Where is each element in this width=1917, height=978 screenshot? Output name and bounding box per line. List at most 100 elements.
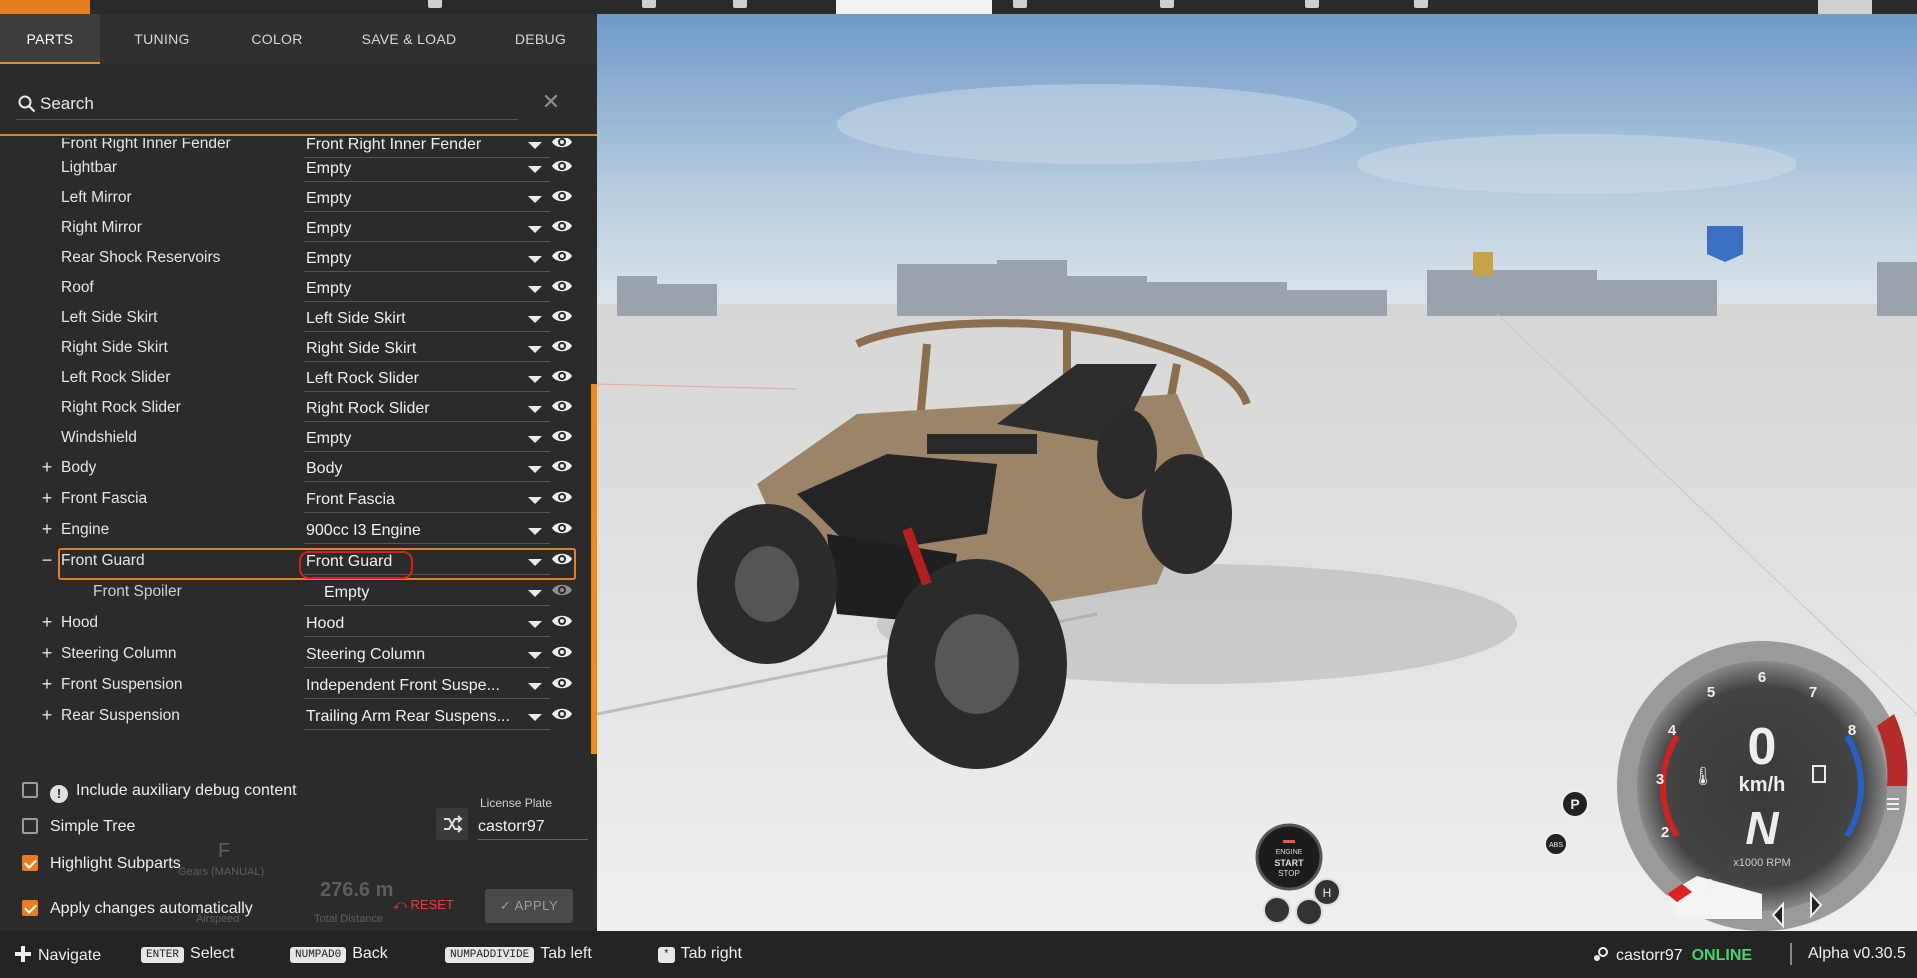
part-select-value[interactable]: Empty xyxy=(306,250,522,268)
dropdown-arrow-icon[interactable] xyxy=(528,528,542,535)
part-row[interactable]: Lightbar Empty xyxy=(0,154,580,184)
part-select-value[interactable]: Empty xyxy=(306,430,522,448)
visibility-eye-icon[interactable] xyxy=(551,188,573,204)
visibility-eye-icon[interactable] xyxy=(551,218,573,234)
dropdown-arrow-icon[interactable] xyxy=(528,166,542,173)
part-select-value[interactable]: Empty xyxy=(306,190,522,208)
part-row[interactable]: Right Side Skirt Right Side Skirt xyxy=(0,334,580,364)
visibility-eye-icon[interactable] xyxy=(551,582,573,598)
visibility-eye-icon[interactable] xyxy=(551,308,573,324)
dropdown-arrow-icon[interactable] xyxy=(528,256,542,263)
visibility-eye-icon[interactable] xyxy=(551,613,573,629)
expand-icon[interactable]: + xyxy=(40,613,54,631)
simple-tree-checkbox[interactable] xyxy=(22,818,38,834)
part-select-value[interactable]: Front Fascia xyxy=(306,491,522,509)
top-strip-active-tab[interactable] xyxy=(836,0,992,14)
part-select-value[interactable]: Body xyxy=(306,460,522,478)
aux-debug-checkbox[interactable] xyxy=(22,782,38,798)
top-menu-icon[interactable] xyxy=(1013,0,1027,8)
part-select-value[interactable]: Empty xyxy=(306,220,522,238)
top-menu-icon[interactable] xyxy=(1160,0,1174,8)
dropdown-arrow-icon[interactable] xyxy=(528,142,542,149)
top-menu-icon[interactable] xyxy=(642,0,656,8)
part-select-value[interactable]: Front Right Inner Fender xyxy=(306,138,522,154)
visibility-eye-icon[interactable] xyxy=(551,338,573,354)
part-row[interactable]: Left Side Skirt Left Side Skirt xyxy=(0,304,580,334)
apply-auto-checkbox[interactable] xyxy=(22,900,38,916)
part-row[interactable]: + Hood Hood xyxy=(0,609,580,639)
part-row[interactable]: + Engine 900cc I3 Engine xyxy=(0,516,580,546)
visibility-eye-icon[interactable] xyxy=(551,520,573,536)
part-row[interactable]: Roof Empty xyxy=(0,274,580,304)
part-row[interactable]: Right Rock Slider Right Rock Slider xyxy=(0,394,580,424)
part-select-value[interactable]: Empty xyxy=(306,160,522,178)
dropdown-arrow-icon[interactable] xyxy=(528,466,542,473)
dropdown-arrow-icon[interactable] xyxy=(528,559,542,566)
visibility-eye-icon[interactable] xyxy=(551,551,573,567)
dropdown-arrow-icon[interactable] xyxy=(528,346,542,353)
part-row[interactable]: + Body Body xyxy=(0,454,580,484)
visibility-eye-icon[interactable] xyxy=(551,706,573,722)
expand-icon[interactable]: + xyxy=(40,644,54,662)
tab-tuning[interactable]: TUNING xyxy=(100,14,224,64)
collapse-icon[interactable]: − xyxy=(40,551,54,569)
dropdown-arrow-icon[interactable] xyxy=(528,196,542,203)
part-select-value[interactable]: 900cc I3 Engine xyxy=(306,522,522,540)
visibility-eye-icon[interactable] xyxy=(551,398,573,414)
dropdown-arrow-icon[interactable] xyxy=(528,376,542,383)
part-row[interactable]: Windshield Empty xyxy=(0,424,580,454)
part-select-value[interactable]: Steering Column xyxy=(306,646,522,664)
dropdown-arrow-icon[interactable] xyxy=(528,683,542,690)
top-menu-icon[interactable] xyxy=(1305,0,1319,8)
dropdown-arrow-icon[interactable] xyxy=(528,436,542,443)
reset-button[interactable]: ⤺ RESET xyxy=(393,897,454,913)
randomize-plate-button[interactable] xyxy=(436,808,468,840)
tab-debug[interactable]: DEBUG xyxy=(488,14,593,64)
part-row[interactable]: Left Rock Slider Left Rock Slider xyxy=(0,364,580,394)
part-row[interactable]: Right Mirror Empty xyxy=(0,214,580,244)
visibility-eye-icon[interactable] xyxy=(551,138,573,150)
part-row[interactable]: Front Spoiler Empty xyxy=(0,578,580,608)
license-plate-input[interactable] xyxy=(478,814,588,840)
part-select-value[interactable]: Left Side Skirt xyxy=(306,310,522,328)
part-select-value[interactable]: Empty xyxy=(324,584,524,602)
expand-icon[interactable]: + xyxy=(40,520,54,538)
visibility-eye-icon[interactable] xyxy=(551,158,573,174)
highlight-subparts-checkbox[interactable] xyxy=(22,855,38,871)
tab-color[interactable]: COLOR xyxy=(224,14,330,64)
dropdown-arrow-icon[interactable] xyxy=(528,316,542,323)
clear-search-icon[interactable]: ✕ xyxy=(541,91,561,113)
dropdown-arrow-icon[interactable] xyxy=(528,714,542,721)
part-select-value[interactable]: Left Rock Slider xyxy=(306,370,522,388)
3d-viewport[interactable]: 1 2 3 4 5 6 7 8 0 km/h N x1000 RPM 🌡 ENG… xyxy=(597,14,1917,931)
dropdown-arrow-icon[interactable] xyxy=(528,226,542,233)
part-row[interactable]: + Steering Column Steering Column xyxy=(0,640,580,670)
engine-start-button[interactable]: ENGINE START STOP xyxy=(1255,823,1323,891)
dropdown-arrow-icon[interactable] xyxy=(528,590,542,597)
part-row[interactable]: + Front Suspension Independent Front Suspe… xyxy=(0,671,580,701)
expand-icon[interactable]: + xyxy=(40,489,54,507)
top-menu-icon[interactable] xyxy=(428,0,442,8)
apply-button[interactable]: ✓ APPLY xyxy=(485,889,573,923)
tab-save-load[interactable]: SAVE & LOAD xyxy=(330,14,488,64)
top-menu-icon[interactable] xyxy=(1414,0,1428,8)
part-select-value[interactable]: Hood xyxy=(306,615,522,633)
visibility-eye-icon[interactable] xyxy=(551,675,573,691)
option-simple-tree[interactable]: Simple Tree xyxy=(22,818,135,838)
expand-icon[interactable]: + xyxy=(40,675,54,693)
expand-icon[interactable]: + xyxy=(40,706,54,724)
dropdown-arrow-icon[interactable] xyxy=(528,652,542,659)
dropdown-arrow-icon[interactable] xyxy=(528,286,542,293)
dropdown-arrow-icon[interactable] xyxy=(528,406,542,413)
tab-parts[interactable]: PARTS xyxy=(0,14,100,64)
visibility-eye-icon[interactable] xyxy=(551,278,573,294)
part-row[interactable]: + Rear Suspension Trailing Arm Rear Suspen… xyxy=(0,702,580,732)
visibility-eye-icon[interactable] xyxy=(551,248,573,264)
part-row[interactable]: Left Mirror Empty xyxy=(0,184,580,214)
part-select-value[interactable]: Right Side Skirt xyxy=(306,340,522,358)
part-select-value[interactable]: Trailing Arm Rear Suspens... xyxy=(306,708,522,726)
part-row[interactable]: Rear Shock Reservoirs Empty xyxy=(0,244,580,274)
differential-icon[interactable] xyxy=(1295,898,1323,926)
user-status[interactable]: castorr97 ONLINE xyxy=(1592,945,1752,965)
dropdown-arrow-icon[interactable] xyxy=(528,621,542,628)
